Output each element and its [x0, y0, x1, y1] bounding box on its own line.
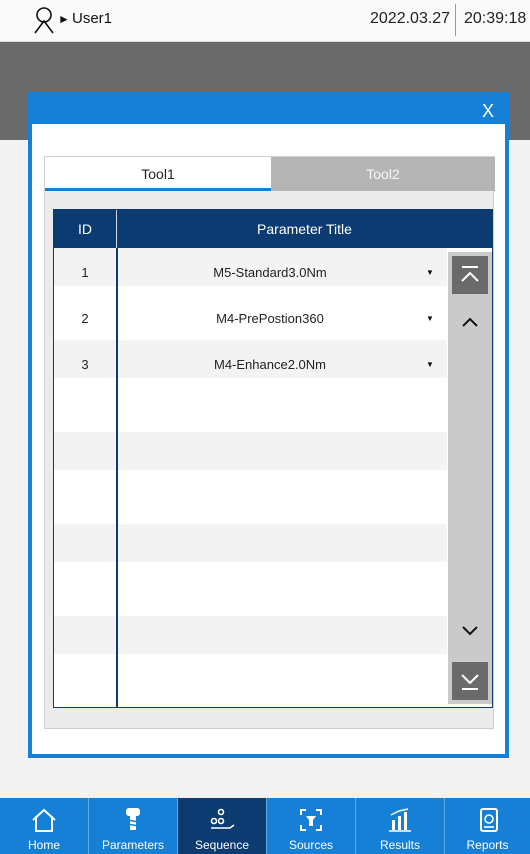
- id-column-divider: [116, 248, 118, 708]
- scroll-bottom-button[interactable]: [452, 662, 488, 700]
- parameter-select-2[interactable]: M4-PrePostion360 ▼: [120, 300, 445, 338]
- nav-label: Parameters: [101, 838, 165, 852]
- parameter-title: M4-Enhance2.0Nm: [214, 357, 326, 372]
- scroll-down-button[interactable]: [452, 612, 488, 650]
- close-button[interactable]: X: [477, 100, 499, 122]
- dropdown-caret-icon: ▼: [426, 314, 434, 323]
- parameter-select-3[interactable]: M4-Enhance2.0Nm ▼: [120, 346, 445, 384]
- home-icon: [32, 808, 56, 832]
- scroll-up-button[interactable]: [452, 302, 488, 340]
- nav-home[interactable]: Home: [0, 798, 88, 854]
- results-icon: [389, 808, 411, 832]
- nav-sources[interactable]: Sources: [267, 798, 355, 854]
- dropdown-caret-icon: ▼: [426, 360, 434, 369]
- nav-results[interactable]: Results: [356, 798, 444, 854]
- tool-panel: Tool1 Tool2 ID Parameter Title 1 M5-Stan…: [44, 156, 495, 729]
- table-row-empty: [54, 386, 447, 424]
- tab-tool1[interactable]: Tool1: [45, 157, 271, 191]
- parameter-title: M4-PrePostion360: [216, 311, 324, 326]
- parameter-select-1[interactable]: M5-Standard3.0Nm ▼: [120, 254, 445, 292]
- row-id: 1: [81, 265, 89, 280]
- dialog-body: Tool1 Tool2 ID Parameter Title 1 M5-Stan…: [32, 124, 505, 754]
- reports-icon: [480, 808, 498, 832]
- time-divider: [455, 4, 456, 36]
- table-row-empty: [54, 662, 447, 700]
- user-name[interactable]: User1: [72, 10, 112, 28]
- nav-reports[interactable]: Reports: [445, 798, 530, 854]
- chevron-down-icon: [462, 626, 478, 636]
- nav-label: Reports: [466, 838, 509, 852]
- chevron-up-icon: [462, 317, 478, 327]
- table-row-empty: [54, 432, 447, 470]
- nav-label: Sources: [288, 838, 334, 852]
- row-id: 3: [81, 357, 89, 372]
- sequence-icon: [210, 808, 235, 829]
- double-chevron-up-icon: [461, 266, 479, 282]
- parameter-table: ID Parameter Title 1 M5-Standard3.0Nm ▼ …: [53, 209, 493, 708]
- user-icon[interactable]: [34, 6, 54, 34]
- nav-label: Results: [379, 838, 420, 852]
- row-id: 2: [81, 311, 89, 326]
- user-arrow-icon: ►: [58, 12, 70, 26]
- double-chevron-down-icon: [461, 674, 479, 690]
- parameter-title: M5-Standard3.0Nm: [213, 265, 327, 280]
- screw-icon: [126, 808, 140, 830]
- scroll-top-button[interactable]: [452, 256, 488, 294]
- nav-parameters[interactable]: Parameters: [89, 798, 177, 854]
- column-header-parameter-title: Parameter Title: [116, 210, 492, 248]
- date-display: 2022.03.27: [370, 10, 451, 27]
- table-scrollbar[interactable]: [448, 252, 492, 704]
- sources-icon: [300, 809, 322, 831]
- nav-sequence[interactable]: Sequence: [178, 798, 266, 854]
- nav-label: Sequence: [194, 838, 250, 852]
- nav-label: Home: [27, 838, 60, 852]
- dropdown-caret-icon: ▼: [426, 268, 434, 277]
- column-header-id: ID: [54, 210, 116, 248]
- table-row-empty: [54, 524, 447, 562]
- table-row-empty: [54, 570, 447, 608]
- bottom-navigation: Home Parameters Sequence Sources Results…: [0, 798, 530, 854]
- table-row-empty: [54, 616, 447, 654]
- tab-tool2[interactable]: Tool2: [271, 157, 495, 191]
- status-bar: ► User1 2022.03.27 20:39:18: [0, 0, 530, 42]
- tool-parameter-dialog: X Tool1 Tool2 ID Parameter Title 1 M5-St…: [28, 92, 509, 758]
- time-display: 20:39:18: [464, 10, 527, 27]
- table-row-empty: [54, 478, 447, 516]
